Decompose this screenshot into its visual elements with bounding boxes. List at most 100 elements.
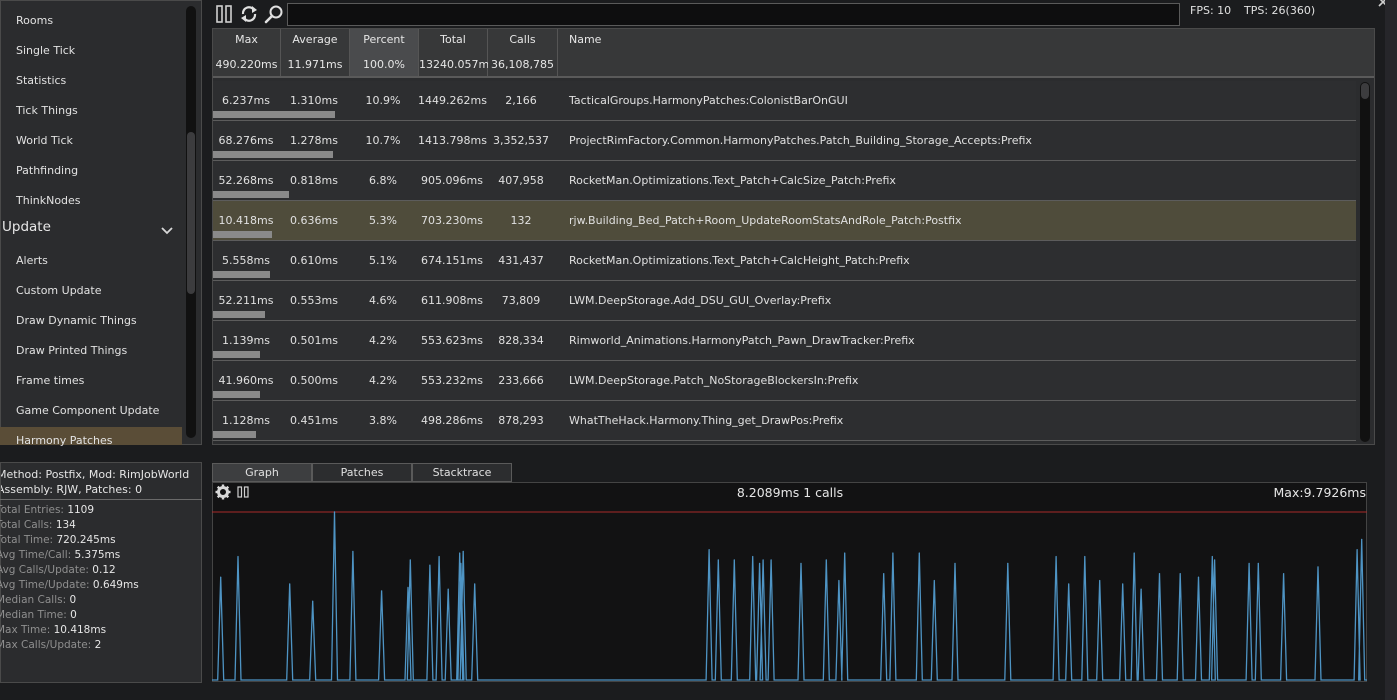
refresh-icon[interactable] [239, 4, 259, 24]
graph-point [1068, 583, 1070, 585]
graph-pause-icon[interactable] [237, 486, 249, 498]
sidebar-item[interactable]: Draw Dynamic Things [16, 306, 137, 336]
graph-point [289, 583, 291, 585]
table-scrollbar[interactable] [1360, 82, 1370, 442]
column-header-label: Percent [363, 33, 405, 46]
row-name: WhatTheHack.Harmony.Thing_get_DrawPos:Pr… [569, 414, 844, 427]
table-row[interactable]: 10.418ms 0.636ms 5.3% 703.230ms 132 rjw.Build… [213, 201, 1356, 241]
timing-graph-plot [212, 511, 1367, 681]
column-header-total: 100.0% [363, 58, 405, 71]
table-row[interactable]: 6.237ms 1.310ms 10.9% 1449.262ms 2,166 Tactic… [213, 81, 1356, 121]
stat-line: Avg Time/Call: 5.375ms [0, 549, 120, 561]
row-pct: 4.6% [369, 294, 397, 307]
stat-value: 134 [55, 519, 76, 531]
stat-line: Total Time: 720.245ms [0, 534, 116, 546]
tab-patches[interactable]: Patches [312, 463, 412, 482]
table-scrollbar-thumb[interactable] [1361, 83, 1369, 99]
row-max: 1.128ms [222, 414, 270, 427]
row-pct: 10.9% [365, 94, 401, 107]
graph-point [1211, 555, 1213, 558]
chevron-down-icon[interactable] [158, 222, 176, 240]
sidebar-item[interactable]: Pathfinding [16, 156, 78, 186]
column-header[interactable]: Max 490.220ms [213, 29, 281, 77]
sidebar-item[interactable]: World Tick [16, 126, 73, 156]
row-total: 703.230ms [421, 214, 483, 227]
row-total: 1413.798ms [418, 134, 487, 147]
row-pct: 6.8% [369, 174, 397, 187]
row-total: 553.232ms [421, 374, 483, 387]
row-calls: 407,958 [498, 174, 544, 187]
stat-line: Max Time: 10.418ms [0, 624, 106, 636]
sidebar-category-update[interactable]: Update [2, 219, 51, 235]
sidebar-item[interactable]: Statistics [16, 66, 66, 96]
table-row[interactable]: 1.128ms 0.451ms 3.8% 498.286ms 878,293 WhatTh… [213, 401, 1356, 441]
sidebar-item[interactable]: Game Component Update [16, 396, 159, 426]
table-row[interactable]: 68.276ms 1.278ms 10.7% 1413.798ms 3,352,537 P… [213, 121, 1356, 161]
row-name: TacticalGroups.HarmonyPatches:ColonistBa… [569, 94, 848, 107]
column-header[interactable]: Average 11.971ms [281, 29, 350, 77]
graph-point [1361, 538, 1363, 540]
row-calls: 233,666 [498, 374, 544, 387]
sidebar-item[interactable]: Single Tick [16, 36, 75, 66]
row-max: 5.558ms [222, 254, 270, 267]
search-icon[interactable] [264, 4, 284, 24]
column-header-label: Total [440, 33, 466, 46]
stat-value: 0 [70, 609, 77, 621]
row-percent-bar [213, 391, 260, 398]
stat-key: Avg Calls/Update: [0, 564, 93, 576]
sidebar-item[interactable]: Custom Update [16, 276, 101, 306]
column-header-label: Max [235, 33, 258, 46]
tps-readout: TPS: 26(360) [1244, 4, 1316, 17]
sidebar-item[interactable]: Tick Things [16, 96, 78, 126]
column-header-label: Average [292, 33, 338, 46]
row-percent-bar [213, 351, 260, 358]
sidebar-item[interactable]: Harmony Patches [16, 426, 112, 456]
stat-value: 720.245ms [56, 534, 116, 546]
stat-line: Max Calls/Update: 2 [0, 639, 101, 651]
sidebar-scrollbar-thumb[interactable] [187, 132, 195, 294]
sidebar-item[interactable]: Frame times [16, 366, 84, 396]
graph-point [1140, 588, 1142, 590]
row-calls: 828,334 [498, 334, 544, 347]
row-percent-bar [213, 191, 289, 198]
graph-point [1214, 559, 1216, 561]
table-row[interactable]: 41.960ms 0.500ms 4.2% 553.232ms 233,666 LWM.D… [213, 361, 1356, 401]
graph-point [800, 562, 802, 564]
search-input[interactable] [287, 3, 1180, 26]
tab-stacktrace[interactable]: Stacktrace [412, 463, 512, 482]
row-pct: 5.1% [369, 254, 397, 267]
column-header-name[interactable]: Name [558, 29, 1374, 77]
sidebar-item[interactable]: ThinkNodes [16, 186, 81, 216]
graph-point [708, 549, 710, 551]
row-calls: 2,166 [505, 94, 537, 107]
table-row[interactable]: 1.139ms 0.501ms 4.2% 553.623ms 828,334 Rimwor… [213, 321, 1356, 361]
gear-icon[interactable] [215, 484, 231, 500]
column-header[interactable]: Calls 36,108,785 [488, 29, 558, 77]
table-row[interactable]: 52.211ms 0.553ms 4.6% 611.908ms 73,809 LWM.De… [213, 281, 1356, 321]
row-max: 41.960ms [218, 374, 274, 387]
column-header[interactable]: Total 13240.057ms [419, 29, 495, 77]
table-row[interactable]: 5.558ms 0.610ms 5.1% 674.151ms 431,437 Rocket… [213, 241, 1356, 281]
row-name: RocketMan.Optimizations.Text_Patch+CalcS… [569, 174, 896, 187]
stat-key: Median Calls: [0, 594, 70, 606]
stat-line: Median Time: 0 [0, 609, 77, 621]
row-percent-bar [213, 431, 256, 438]
tab-graph[interactable]: Graph [212, 463, 312, 482]
sidebar-item[interactable]: Draw Printed Things [16, 336, 127, 366]
column-header[interactable]: Percent 100.0% [350, 29, 419, 77]
row-percent-bar [213, 151, 333, 158]
row-percent-bar [213, 311, 265, 318]
graph-point [1317, 566, 1319, 568]
sidebar-item[interactable]: Rooms [16, 6, 53, 36]
table-row[interactable]: 52.268ms 0.818ms 6.8% 905.096ms 407,958 Rocke… [213, 161, 1356, 201]
column-header-total: 13240.057ms [419, 58, 495, 71]
stat-key: Avg Time/Call: [0, 549, 75, 561]
graph-point [1084, 555, 1086, 558]
fps-readout: FPS: 10 [1190, 4, 1232, 17]
row-avg: 0.818ms [290, 174, 338, 187]
stat-value: 0.649ms [92, 579, 139, 591]
sidebar-item[interactable]: Alerts [16, 246, 48, 276]
row-avg: 0.553ms [290, 294, 338, 307]
graph-point [237, 555, 239, 558]
pause-icon[interactable] [216, 5, 232, 23]
